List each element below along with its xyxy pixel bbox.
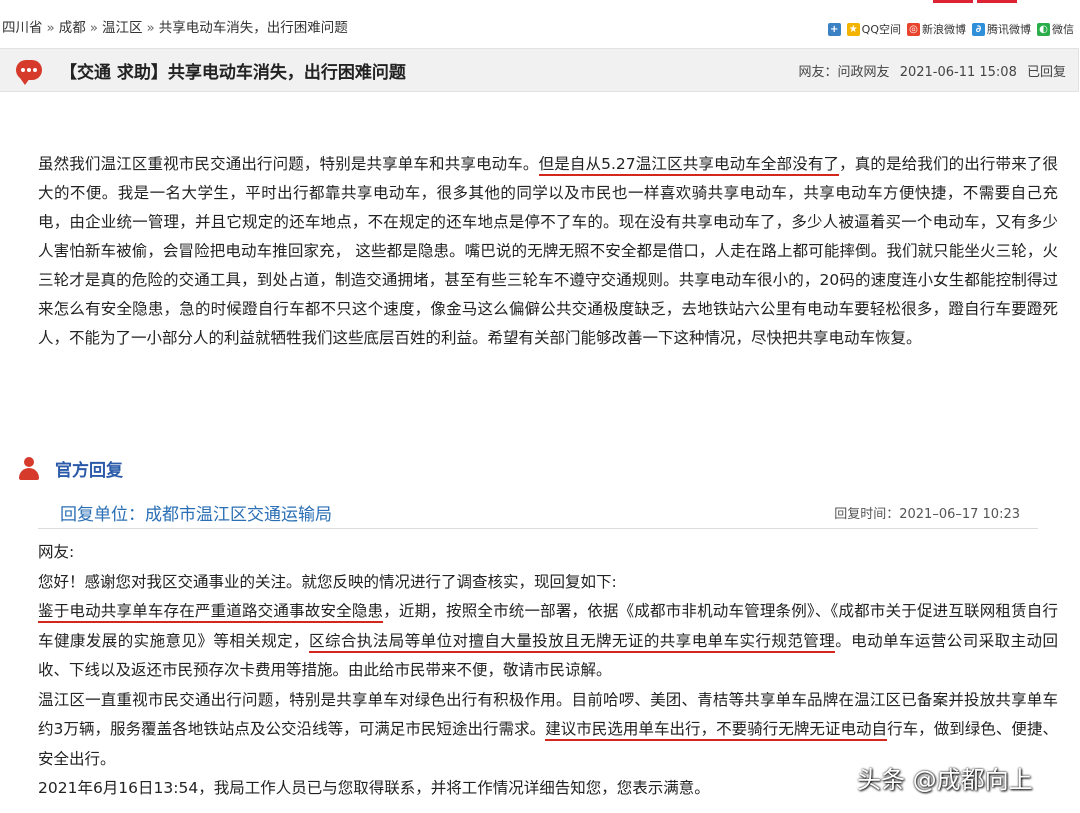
post-title: 【交通 求助】共享电动车消失，出行困难问题	[60, 62, 406, 83]
official-reply-heading: 官方回复	[18, 456, 123, 481]
share-tencent-weibo[interactable]: ∂ 腾讯微博	[972, 21, 1031, 37]
breadcrumb-city[interactable]: 成都	[59, 20, 86, 36]
post-status: 已回复	[1026, 64, 1066, 80]
watermark: 头条 @成都向上	[857, 766, 1033, 794]
top-bar: 四川省» 成都» 温江区» 共享电动车消失，出行困难问题 + ★ QQ空间 ◎ 新浪微博 …	[0, 0, 1080, 46]
share-wechat[interactable]: ◐ 微信	[1037, 21, 1074, 37]
qq-zone-icon: ★	[846, 22, 860, 36]
sina-weibo-icon: ◎	[907, 22, 920, 36]
breadcrumb: 四川省» 成都» 温江区» 共享电动车消失，出行困难问题	[2, 20, 348, 36]
breadcrumb-province[interactable]: 四川省	[2, 20, 43, 36]
person-icon	[18, 456, 40, 481]
post-author: 网友：问政网友	[798, 64, 890, 80]
reply-greeting: 网友:	[38, 543, 75, 561]
reply-unit: 回复单位：成都市温江区交通运输局	[60, 504, 332, 525]
share-bar: + ★ QQ空间 ◎ 新浪微博 ∂ 腾讯微博 ◐ 微信	[827, 21, 1074, 37]
highlight-underline: 但是自从5.27温江区共享电动车全部没有了	[538, 155, 840, 176]
breadcrumb-district[interactable]: 温江区	[102, 20, 143, 36]
share-sina-weibo[interactable]: ◎ 新浪微博	[907, 21, 966, 37]
speech-bubble-icon	[16, 60, 42, 85]
reply-unit-bar: 回复单位：成都市温江区交通运输局 回复时间：2021–06–17 10:23	[38, 496, 1038, 529]
tencent-weibo-icon: ∂	[972, 22, 985, 36]
reply-paragraph-2: 鉴于电动共享单车存在严重道路交通事故安全隐患，近期，按照全市统一部署，依据《成都…	[38, 602, 1058, 679]
official-reply-title: 官方回复	[55, 461, 123, 481]
post-body: 虽然我们温江区重视市民交通出行问题，特别是共享单车和共享电动车。但是自从5.27…	[38, 155, 1058, 347]
share-more[interactable]: +	[827, 21, 841, 37]
share-qq-zone[interactable]: ★ QQ空间	[846, 21, 901, 37]
plus-icon: +	[827, 22, 841, 36]
highlight-underline: 鉴于电动共享单车存在严重道路交通事故安全隐患	[38, 602, 384, 623]
breadcrumb-current: 共享电动车消失，出行困难问题	[158, 20, 348, 36]
post-date: 2021-06-11 15:08	[899, 64, 1017, 80]
reply-intro: 您好！感谢您对我区交通事业的关注。就您反映的情况进行了调查核实，现回复如下:	[38, 572, 617, 591]
reply-time: 回复时间：2021–06–17 10:23	[834, 506, 1020, 522]
highlight-underline: 建议市民选用单车出行，不要骑行无牌无证电动自	[545, 720, 888, 741]
post-meta: 网友：问政网友 2021-06-11 15:08 已回复	[793, 61, 1066, 80]
highlight-underline: 区综合执法局等单位对擅自大量投放且无牌无证的共享电单车实行规范管理	[309, 631, 836, 653]
wechat-icon: ◐	[1037, 22, 1050, 36]
post-title-bar: 【交通 求助】共享电动车消失，出行困难问题 网友：问政网友 2021-06-11…	[0, 48, 1079, 92]
top-red-marks	[933, 0, 1017, 3]
